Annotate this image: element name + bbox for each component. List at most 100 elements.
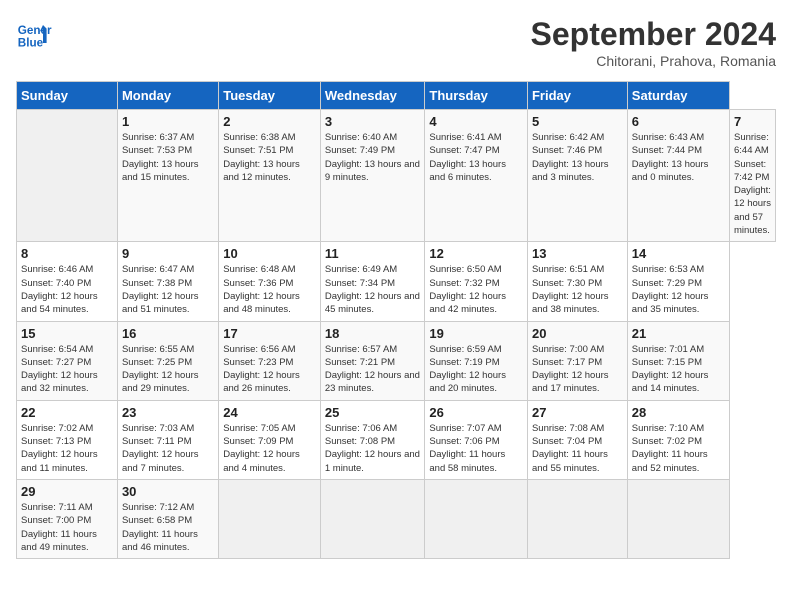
day-number: 12 bbox=[429, 246, 523, 261]
day-number: 18 bbox=[325, 326, 421, 341]
day-number: 15 bbox=[21, 326, 113, 341]
calendar-cell: 19 Sunrise: 6:59 AMSunset: 7:19 PMDayligh… bbox=[425, 321, 528, 400]
day-detail: Sunrise: 6:56 AMSunset: 7:23 PMDaylight:… bbox=[223, 343, 316, 396]
calendar-cell: 28 Sunrise: 7:10 AMSunset: 7:02 PMDayligh… bbox=[627, 400, 729, 479]
calendar-cell: 30Sunrise: 7:12 AMSunset: 6:58 PMDayligh… bbox=[117, 479, 218, 558]
day-detail: Sunrise: 7:11 AMSunset: 7:00 PMDaylight:… bbox=[21, 501, 113, 554]
calendar-cell: 25 Sunrise: 7:06 AMSunset: 7:08 PMDayligh… bbox=[320, 400, 425, 479]
day-number: 13 bbox=[532, 246, 623, 261]
day-number: 7 bbox=[734, 114, 771, 129]
day-number: 9 bbox=[122, 246, 214, 261]
day-number: 20 bbox=[532, 326, 623, 341]
day-detail: Sunrise: 6:42 AMSunset: 7:46 PMDaylight:… bbox=[532, 131, 623, 184]
calendar-cell: 29 Sunrise: 7:11 AMSunset: 7:00 PMDayligh… bbox=[17, 479, 118, 558]
day-number: 2 bbox=[223, 114, 316, 129]
day-detail: Sunrise: 7:05 AMSunset: 7:09 PMDaylight:… bbox=[223, 422, 316, 475]
calendar-cell: 21 Sunrise: 7:01 AMSunset: 7:15 PMDayligh… bbox=[627, 321, 729, 400]
day-number: 8 bbox=[21, 246, 113, 261]
day-number: 22 bbox=[21, 405, 113, 420]
day-detail: Sunrise: 7:01 AMSunset: 7:15 PMDaylight:… bbox=[632, 343, 725, 396]
calendar-cell: 12 Sunrise: 6:50 AMSunset: 7:32 PMDayligh… bbox=[425, 242, 528, 321]
calendar-cell: 4 Sunrise: 6:41 AMSunset: 7:47 PMDaylight… bbox=[425, 110, 528, 242]
day-detail: Sunrise: 6:47 AMSunset: 7:38 PMDaylight:… bbox=[122, 263, 214, 316]
day-number: 4 bbox=[429, 114, 523, 129]
day-detail: Sunrise: 7:10 AMSunset: 7:02 PMDaylight:… bbox=[632, 422, 725, 475]
calendar-cell bbox=[425, 479, 528, 558]
calendar-cell: 17Sunrise: 6:56 AMSunset: 7:23 PMDayligh… bbox=[219, 321, 321, 400]
day-number: 29 bbox=[21, 484, 113, 499]
svg-text:General: General bbox=[18, 24, 52, 37]
calendar-cell: 9 Sunrise: 6:47 AMSunset: 7:38 PMDaylight… bbox=[117, 242, 218, 321]
day-detail: Sunrise: 6:44 AMSunset: 7:42 PMDaylight:… bbox=[734, 131, 771, 237]
day-header-friday: Friday bbox=[527, 82, 627, 110]
calendar-cell bbox=[320, 479, 425, 558]
day-detail: Sunrise: 6:55 AMSunset: 7:25 PMDaylight:… bbox=[122, 343, 214, 396]
day-detail: Sunrise: 6:53 AMSunset: 7:29 PMDaylight:… bbox=[632, 263, 725, 316]
day-number: 1 bbox=[122, 114, 214, 129]
calendar-cell: 14 Sunrise: 6:53 AMSunset: 7:29 PMDayligh… bbox=[627, 242, 729, 321]
day-number: 21 bbox=[632, 326, 725, 341]
calendar-cell: 16 Sunrise: 6:55 AMSunset: 7:25 PMDayligh… bbox=[117, 321, 218, 400]
calendar-cell: 18 Sunrise: 6:57 AMSunset: 7:21 PMDayligh… bbox=[320, 321, 425, 400]
day-number: 28 bbox=[632, 405, 725, 420]
day-number: 10 bbox=[223, 246, 316, 261]
day-number: 3 bbox=[325, 114, 421, 129]
day-number: 14 bbox=[632, 246, 725, 261]
calendar-cell: 20 Sunrise: 7:00 AMSunset: 7:17 PMDayligh… bbox=[527, 321, 627, 400]
day-number: 25 bbox=[325, 405, 421, 420]
day-detail: Sunrise: 6:51 AMSunset: 7:30 PMDaylight:… bbox=[532, 263, 623, 316]
svg-text:Blue: Blue bbox=[18, 37, 44, 50]
calendar-cell: 10 Sunrise: 6:48 AMSunset: 7:36 PMDayligh… bbox=[219, 242, 321, 321]
calendar-cell: 11 Sunrise: 6:49 AMSunset: 7:34 PMDayligh… bbox=[320, 242, 425, 321]
calendar-cell: 5 Sunrise: 6:42 AMSunset: 7:46 PMDaylight… bbox=[527, 110, 627, 242]
calendar-cell bbox=[527, 479, 627, 558]
day-detail: Sunrise: 6:43 AMSunset: 7:44 PMDaylight:… bbox=[632, 131, 725, 184]
location-subtitle: Chitorani, Prahova, Romania bbox=[531, 53, 776, 69]
calendar-cell bbox=[627, 479, 729, 558]
day-detail: Sunrise: 6:57 AMSunset: 7:21 PMDaylight:… bbox=[325, 343, 421, 396]
day-detail: Sunrise: 7:07 AMSunset: 7:06 PMDaylight:… bbox=[429, 422, 523, 475]
day-number: 23 bbox=[122, 405, 214, 420]
day-detail: Sunrise: 6:48 AMSunset: 7:36 PMDaylight:… bbox=[223, 263, 316, 316]
day-number: 27 bbox=[532, 405, 623, 420]
logo: General Blue bbox=[16, 16, 52, 52]
calendar-cell bbox=[17, 110, 118, 242]
calendar-table: SundayMondayTuesdayWednesdayThursdayFrid… bbox=[16, 81, 776, 559]
calendar-cell: 13 Sunrise: 6:51 AMSunset: 7:30 PMDayligh… bbox=[527, 242, 627, 321]
day-number: 11 bbox=[325, 246, 421, 261]
day-detail: Sunrise: 7:02 AMSunset: 7:13 PMDaylight:… bbox=[21, 422, 113, 475]
calendar-cell: 2Sunrise: 6:38 AMSunset: 7:51 PMDaylight… bbox=[219, 110, 321, 242]
day-number: 16 bbox=[122, 326, 214, 341]
calendar-cell: 8 Sunrise: 6:46 AMSunset: 7:40 PMDaylight… bbox=[17, 242, 118, 321]
calendar-cell: 22 Sunrise: 7:02 AMSunset: 7:13 PMDayligh… bbox=[17, 400, 118, 479]
calendar-cell: 3 Sunrise: 6:40 AMSunset: 7:49 PMDaylight… bbox=[320, 110, 425, 242]
day-detail: Sunrise: 6:41 AMSunset: 7:47 PMDaylight:… bbox=[429, 131, 523, 184]
calendar-cell: 26 Sunrise: 7:07 AMSunset: 7:06 PMDayligh… bbox=[425, 400, 528, 479]
day-detail: Sunrise: 6:50 AMSunset: 7:32 PMDaylight:… bbox=[429, 263, 523, 316]
day-header-thursday: Thursday bbox=[425, 82, 528, 110]
day-detail: Sunrise: 7:06 AMSunset: 7:08 PMDaylight:… bbox=[325, 422, 421, 475]
day-number: 26 bbox=[429, 405, 523, 420]
day-detail: Sunrise: 7:00 AMSunset: 7:17 PMDaylight:… bbox=[532, 343, 623, 396]
day-header-sunday: Sunday bbox=[17, 82, 118, 110]
logo-icon: General Blue bbox=[16, 16, 52, 52]
day-detail: Sunrise: 6:40 AMSunset: 7:49 PMDaylight:… bbox=[325, 131, 421, 184]
day-header-tuesday: Tuesday bbox=[219, 82, 321, 110]
day-detail: Sunrise: 6:49 AMSunset: 7:34 PMDaylight:… bbox=[325, 263, 421, 316]
day-detail: Sunrise: 6:46 AMSunset: 7:40 PMDaylight:… bbox=[21, 263, 113, 316]
day-header-saturday: Saturday bbox=[627, 82, 729, 110]
calendar-cell: 6 Sunrise: 6:43 AMSunset: 7:44 PMDaylight… bbox=[627, 110, 729, 242]
day-number: 5 bbox=[532, 114, 623, 129]
day-detail: Sunrise: 6:54 AMSunset: 7:27 PMDaylight:… bbox=[21, 343, 113, 396]
calendar-cell bbox=[219, 479, 321, 558]
calendar-cell: 1Sunrise: 6:37 AMSunset: 7:53 PMDaylight… bbox=[117, 110, 218, 242]
day-detail: Sunrise: 6:59 AMSunset: 7:19 PMDaylight:… bbox=[429, 343, 523, 396]
day-header-wednesday: Wednesday bbox=[320, 82, 425, 110]
day-detail: Sunrise: 7:08 AMSunset: 7:04 PMDaylight:… bbox=[532, 422, 623, 475]
calendar-cell: 23Sunrise: 7:03 AMSunset: 7:11 PMDayligh… bbox=[117, 400, 218, 479]
calendar-cell: 7 Sunrise: 6:44 AMSunset: 7:42 PMDaylight… bbox=[729, 110, 775, 242]
day-number: 19 bbox=[429, 326, 523, 341]
day-number: 6 bbox=[632, 114, 725, 129]
day-number: 30 bbox=[122, 484, 214, 499]
title-block: September 2024 Chitorani, Prahova, Roman… bbox=[531, 16, 776, 69]
